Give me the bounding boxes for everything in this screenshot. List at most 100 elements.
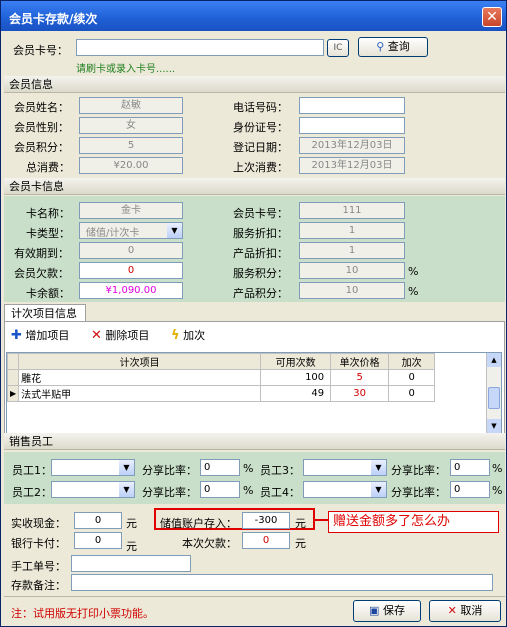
count-items-grid: 计次项目 可用次数 单次价格 加次 雕花 100 5 0 ▶ 法式半贴甲 49 …: [6, 352, 502, 434]
employee2-select[interactable]: ▼: [51, 481, 135, 498]
row-indicator-header: [6, 353, 20, 370]
card-number-label: 会员卡号：: [13, 44, 68, 57]
table-row[interactable]: ▶ 法式半贴甲 49 30 0: [6, 385, 436, 402]
add-item-label: 增加项目: [25, 329, 70, 342]
delete-item-label: 删除项目: [105, 329, 150, 342]
member-gender-field: 女: [79, 117, 183, 134]
current-debt-yuan: 元: [295, 537, 306, 550]
add-cell[interactable]: 0: [388, 385, 436, 402]
share2-label: 分享比率：: [142, 486, 197, 499]
card-hint: 请刷卡或录入卡号......: [76, 64, 176, 75]
add-cell[interactable]: 0: [388, 369, 436, 386]
total-spend-label: 总消费：: [26, 161, 70, 174]
cash-label: 实收现金：: [11, 517, 66, 530]
bank-input[interactable]: 0: [74, 532, 122, 549]
deposit-label: 储值账户存入：: [160, 517, 237, 530]
total-spend-field: ¥20.00: [79, 157, 183, 174]
service-discount-label: 服务折扣：: [233, 227, 288, 240]
cash-input[interactable]: 0: [74, 512, 122, 529]
member-name-label: 会员姓名：: [14, 101, 69, 114]
column-header: 可用次数: [260, 353, 332, 370]
manual-no-label: 手工单号：: [11, 560, 66, 573]
manual-no-input[interactable]: [71, 555, 191, 572]
chevron-down-icon: ▼: [119, 482, 134, 497]
grid-header-row: 计次项目 可用次数 单次价格 加次: [6, 353, 436, 370]
employee1-select[interactable]: ▼: [51, 459, 135, 476]
share3-label: 分享比率：: [391, 464, 446, 477]
share4-input[interactable]: 0: [450, 481, 490, 498]
column-header: 计次项目: [18, 353, 262, 370]
current-debt-field: 0: [242, 532, 290, 549]
card-number-input[interactable]: [76, 39, 324, 56]
card-no-label: 会员卡号：: [233, 207, 288, 220]
ic-card-button[interactable]: IC: [327, 39, 349, 57]
item-cell[interactable]: 法式半贴甲: [18, 385, 262, 402]
scroll-up-icon[interactable]: ▲: [487, 353, 501, 367]
product-discount-field: 1: [299, 242, 405, 259]
member-info-header: 会员信息: [4, 76, 505, 93]
member-points-field: 5: [79, 137, 183, 154]
id-number-field: [299, 117, 405, 134]
add-count-button[interactable]: ϟ 加次: [171, 327, 205, 345]
employee1-label: 员工1：: [12, 464, 52, 477]
member-name-field: 赵敏: [79, 97, 183, 114]
query-button[interactable]: ⚲ 查询: [358, 37, 428, 57]
grid-scrollbar[interactable]: ▲ ▼: [486, 353, 501, 433]
share1-pct: %: [243, 462, 254, 475]
cancel-label: 取消: [460, 604, 483, 617]
valid-until-field: 0: [79, 242, 183, 259]
close-icon[interactable]: ✕: [482, 7, 502, 27]
plus-icon: ✚: [11, 328, 22, 343]
share3-input[interactable]: 0: [450, 459, 490, 476]
service-points-field: 10: [299, 262, 405, 279]
row-indicator: [6, 369, 20, 386]
table-row[interactable]: 雕花 100 5 0: [6, 369, 436, 386]
service-points-pct: %: [408, 265, 419, 278]
title-bar: 会员卡存款/续次 ✕: [1, 1, 506, 31]
deposit-input[interactable]: -300: [242, 512, 290, 529]
share2-pct: %: [243, 484, 254, 497]
avail-cell[interactable]: 49: [260, 385, 332, 402]
scroll-thumb[interactable]: [488, 387, 500, 409]
remark-input[interactable]: [71, 574, 493, 591]
employee4-select[interactable]: ▼: [303, 481, 387, 498]
price-cell[interactable]: 30: [330, 385, 390, 402]
id-number-label: 身份证号：: [233, 121, 288, 134]
product-points-label: 产品积分：: [233, 287, 288, 300]
member-points-label: 会员积分：: [14, 141, 69, 154]
employee3-select[interactable]: ▼: [303, 459, 387, 476]
employee3-label: 员工3：: [260, 464, 300, 477]
share1-input[interactable]: 0: [200, 459, 240, 476]
employee2-label: 员工2：: [12, 486, 52, 499]
last-spend-field: 2013年12月03日: [299, 157, 405, 174]
avail-cell[interactable]: 100: [260, 369, 332, 386]
card-type-select: 储值/计次卡 ▼: [79, 222, 183, 239]
add-count-label: 加次: [183, 329, 206, 342]
add-item-button[interactable]: ✚ 增加项目: [11, 327, 69, 345]
cancel-x-icon: ✕: [447, 604, 457, 617]
tab-count-items[interactable]: 计次项目信息: [4, 304, 86, 322]
cancel-button[interactable]: ✕ 取消: [429, 600, 501, 622]
deposit-yuan: 元: [295, 517, 306, 530]
chevron-down-icon: ▼: [119, 460, 134, 475]
bank-label: 银行卡付：: [11, 537, 66, 550]
item-cell[interactable]: 雕花: [18, 369, 262, 386]
window-title: 会员卡存款/续次: [9, 12, 98, 26]
balance-field: ¥1,090.00: [79, 282, 183, 299]
query-label: 查询: [387, 40, 410, 53]
save-disk-icon: ▣: [369, 604, 380, 617]
share2-input[interactable]: 0: [200, 481, 240, 498]
chevron-down-icon: ▼: [371, 482, 386, 497]
service-points-label: 服务积分：: [233, 267, 288, 280]
delete-item-button[interactable]: ✕ 删除项目: [91, 327, 149, 345]
trial-note: 注：试用版无打印小票功能。: [11, 607, 154, 620]
employee4-label: 员工4：: [260, 486, 300, 499]
sales-staff-header: 销售员工: [4, 433, 505, 450]
price-cell[interactable]: 5: [330, 369, 390, 386]
share4-pct: %: [492, 484, 503, 497]
save-button[interactable]: ▣ 保存: [353, 600, 421, 622]
chevron-down-icon: ▼: [371, 460, 386, 475]
reg-date-label: 登记日期：: [233, 141, 288, 154]
annotation-callout: 赠送金额多了怎么办: [328, 511, 499, 533]
scroll-down-icon[interactable]: ▼: [487, 419, 501, 433]
